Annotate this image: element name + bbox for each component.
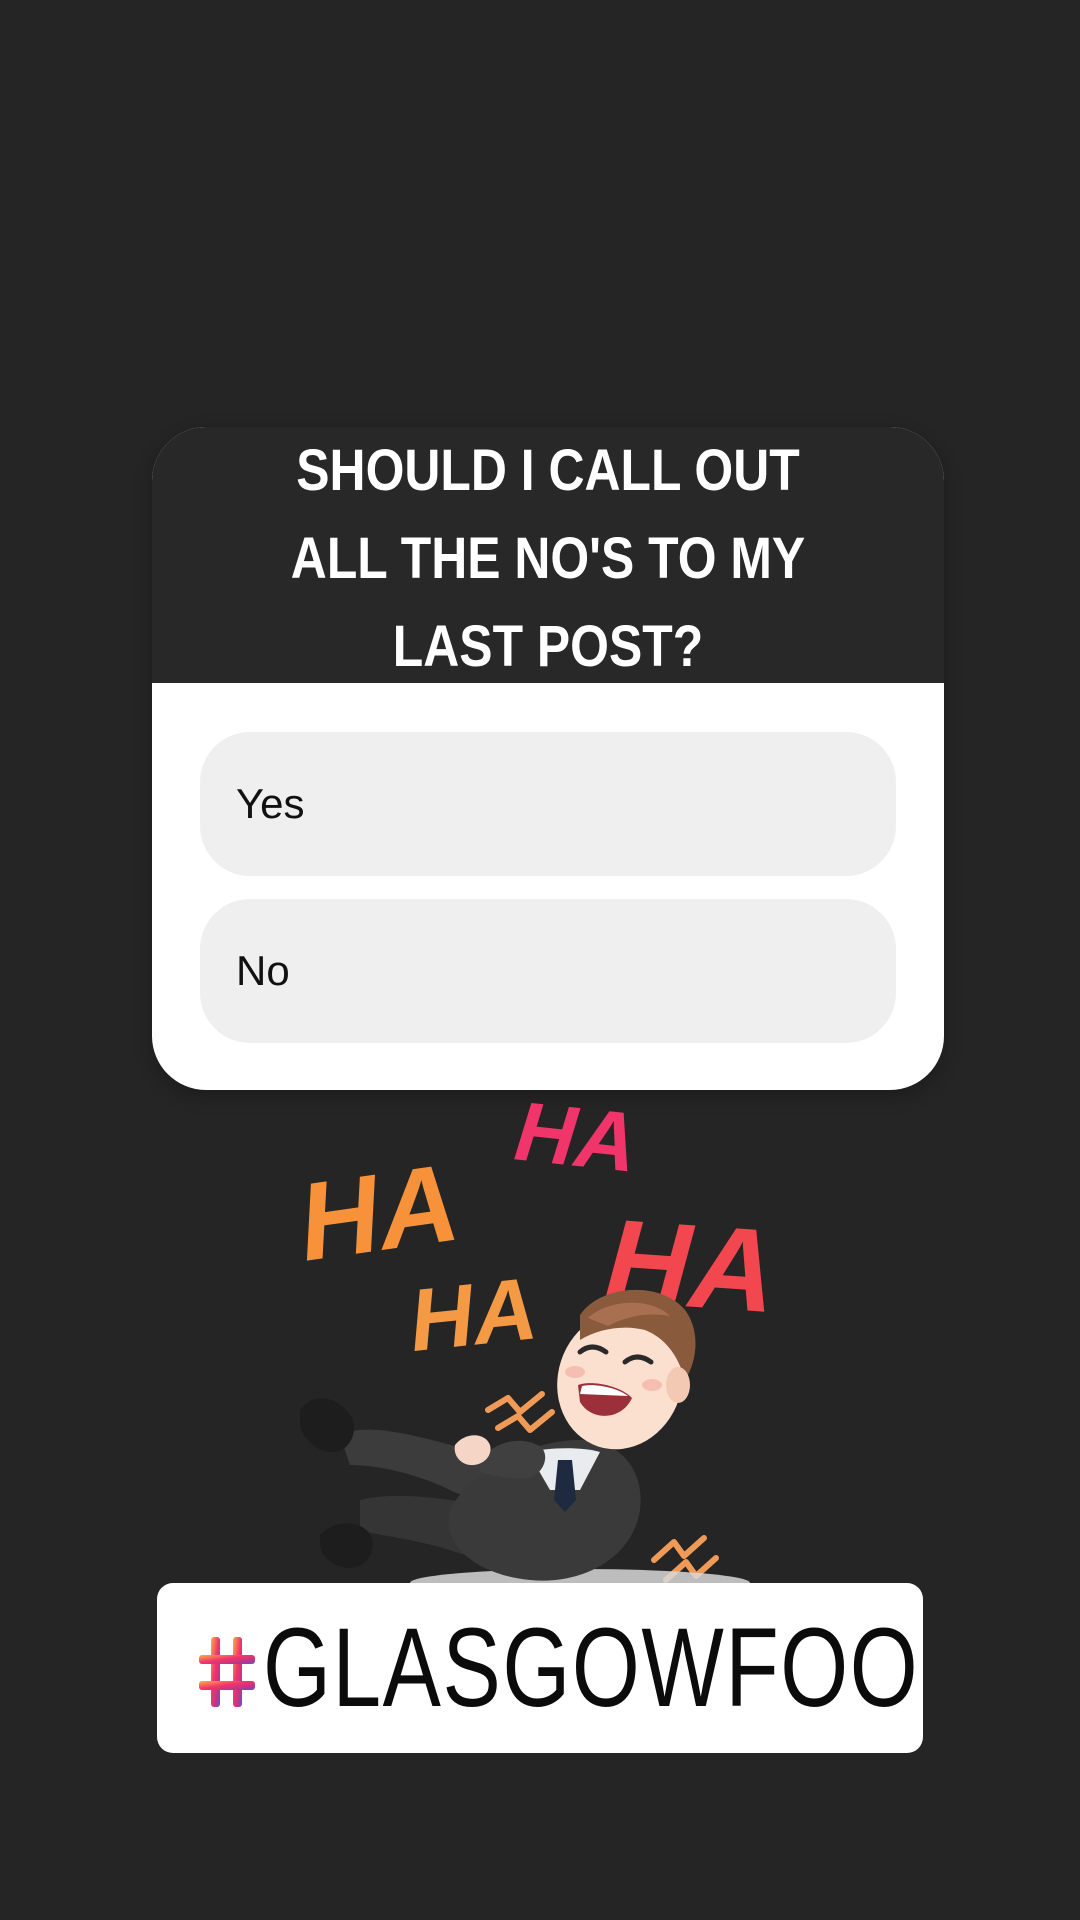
hashtag-text: GLASGOWFOOD [263, 1605, 923, 1730]
poll-option-label: No [236, 947, 290, 994]
poll-option-no[interactable]: No [200, 899, 896, 1043]
ha-text: HA [291, 1141, 465, 1285]
poll-option-yes[interactable]: Yes [200, 732, 896, 876]
hashtag-sticker[interactable]: GLASGOWFOOD [157, 1583, 923, 1753]
poll-header: SHOULD I CALL OUT ALL THE NO'S TO MY LAS… [152, 427, 944, 683]
story-canvas: SHOULD I CALL OUT ALL THE NO'S TO MY LAS… [0, 0, 1080, 1920]
laughing-avatar-sticker[interactable]: HA HA HA HA [280, 1080, 820, 1620]
poll-option-label: Yes [236, 780, 305, 827]
hashtag-icon [199, 1637, 255, 1707]
poll-sticker: SHOULD I CALL OUT ALL THE NO'S TO MY LAS… [152, 427, 944, 1090]
poll-question: SHOULD I CALL OUT ALL THE NO'S TO MY LAS… [290, 438, 806, 679]
ha-text: HA [405, 1258, 542, 1370]
ha-text: HA [511, 1084, 641, 1190]
